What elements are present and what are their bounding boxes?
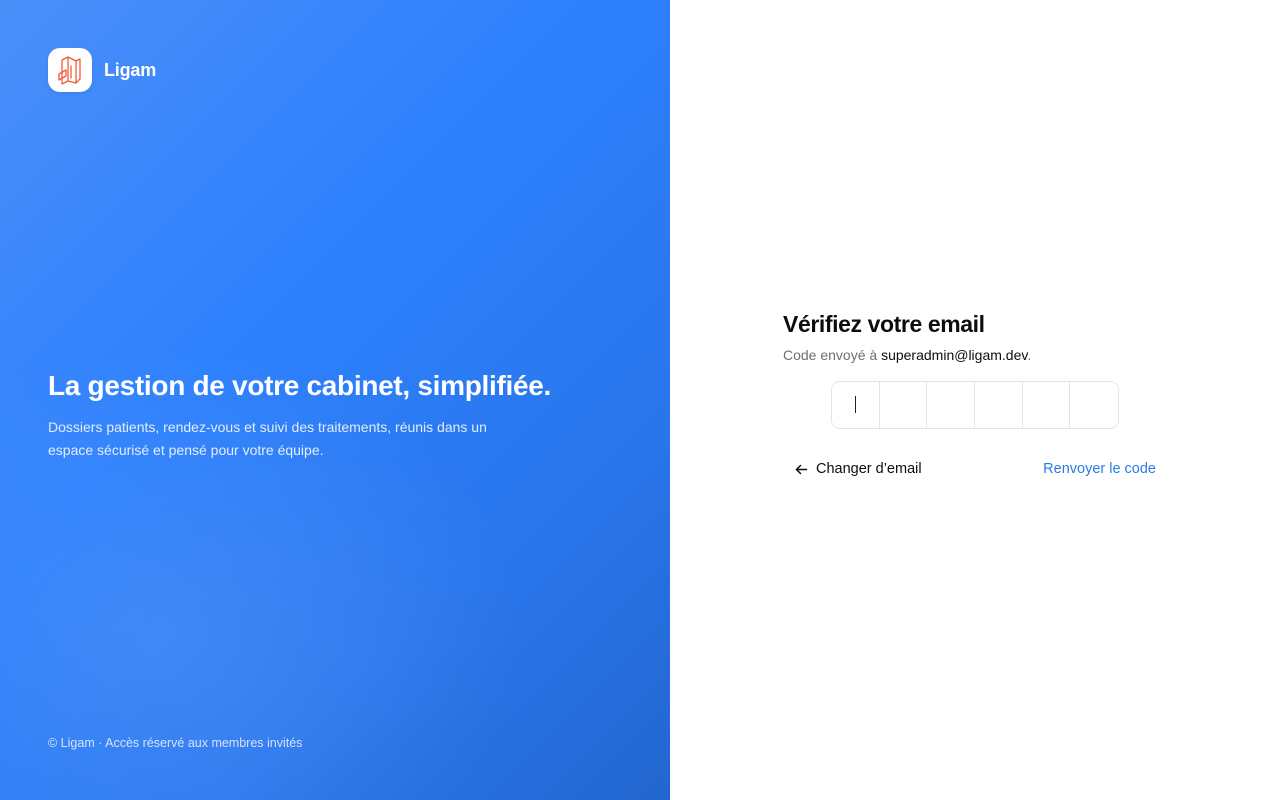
hero-title: La gestion de votre cabinet, simplifiée. bbox=[48, 370, 552, 401]
arrow-left-icon bbox=[795, 464, 808, 474]
hero-description: Dossiers patients, rendez-vous et suivi … bbox=[48, 419, 487, 458]
verify-panel: Vérifiez votre email Code envoyé à super… bbox=[670, 0, 1280, 800]
otp-digit-3[interactable] bbox=[927, 382, 976, 428]
otp-digit-2[interactable] bbox=[879, 382, 928, 428]
change-email-button[interactable]: Changer d’email bbox=[783, 461, 922, 477]
verify-actions: Changer d’email Renvoyer le code bbox=[783, 461, 1156, 477]
code-sent-prefix: Code envoyé à bbox=[783, 347, 882, 363]
email-address: superadmin@ligam.dev bbox=[881, 347, 1028, 363]
verify-card: Vérifiez votre email Code envoyé à super… bbox=[783, 310, 1156, 477]
otp-digit-1[interactable] bbox=[832, 382, 880, 428]
brand-name: Ligam bbox=[104, 59, 157, 80]
otp-digit-4[interactable] bbox=[975, 382, 1023, 428]
page-title: Vérifiez votre email bbox=[783, 311, 985, 337]
hero: La gestion de votre cabinet, simplifiée.… bbox=[48, 368, 628, 462]
otp-digit-6[interactable] bbox=[1070, 382, 1118, 428]
brand: Ligam bbox=[48, 48, 156, 92]
brand-panel: Ligam La gestion de votre cabinet, simpl… bbox=[0, 0, 670, 800]
resend-code-link[interactable]: Renvoyer le code bbox=[1043, 461, 1156, 477]
code-sent-suffix: . bbox=[1027, 347, 1032, 363]
code-sent-text: Code envoyé à superadmin@ligam.dev. bbox=[783, 346, 1156, 364]
footer-text: © Ligam · Accès réservé aux membres invi… bbox=[48, 736, 303, 750]
text-caret bbox=[855, 396, 856, 413]
otp-digit-5[interactable] bbox=[1022, 382, 1071, 428]
ligam-logo-icon bbox=[48, 48, 92, 92]
otp-input-group bbox=[831, 381, 1119, 429]
change-email-label: Changer d’email bbox=[816, 461, 922, 477]
